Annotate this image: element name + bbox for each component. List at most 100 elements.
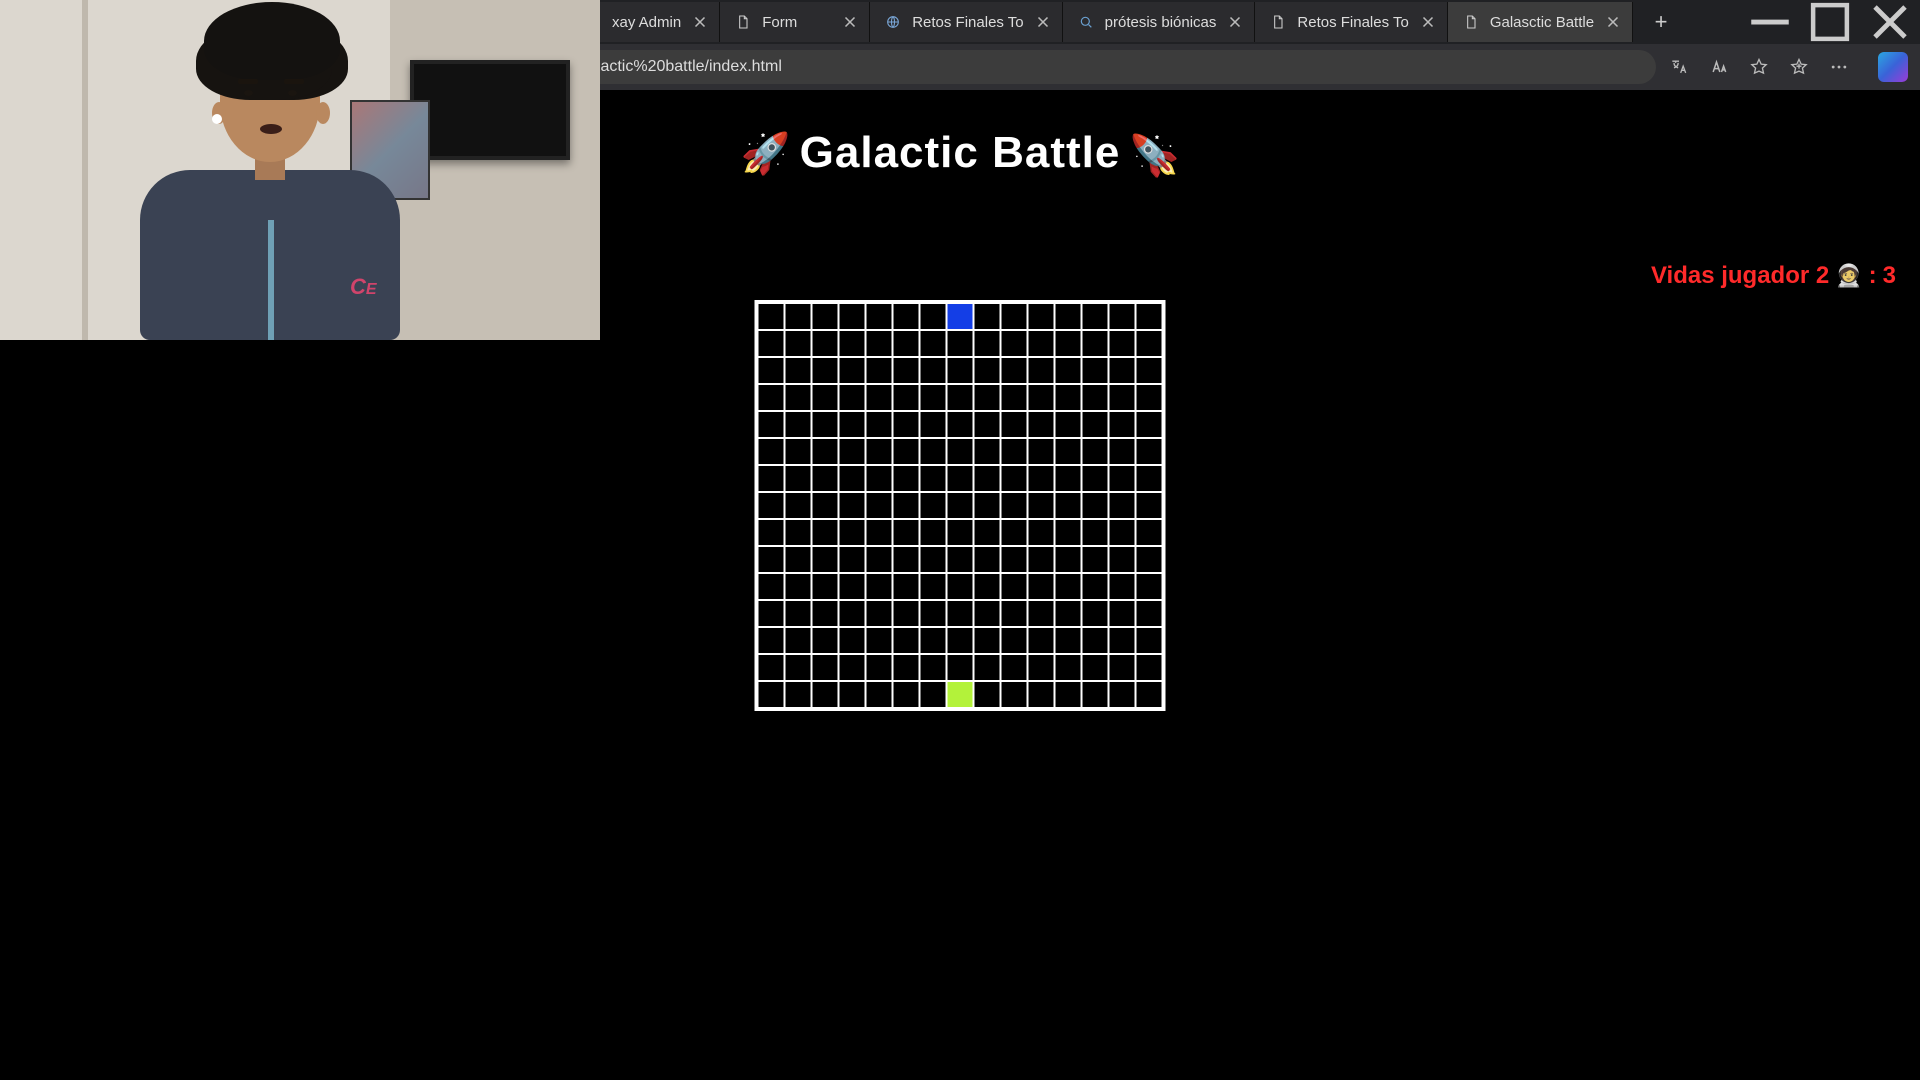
grid-cell[interactable] <box>1028 411 1055 438</box>
grid-cell[interactable] <box>1109 627 1136 654</box>
grid-cell[interactable] <box>785 681 812 708</box>
grid-cell[interactable] <box>920 546 947 573</box>
grid-cell[interactable] <box>974 492 1001 519</box>
grid-cell[interactable] <box>785 492 812 519</box>
grid-cell[interactable] <box>1109 573 1136 600</box>
grid-cell[interactable] <box>1082 600 1109 627</box>
browser-tab[interactable]: prótesis biónicas <box>1063 2 1256 42</box>
tab-close-button[interactable] <box>691 13 709 31</box>
grid-cell[interactable] <box>866 546 893 573</box>
grid-cell[interactable] <box>1028 492 1055 519</box>
grid-cell[interactable] <box>1082 573 1109 600</box>
grid-cell[interactable] <box>758 438 785 465</box>
collections-icon[interactable] <box>1788 56 1810 78</box>
grid-cell[interactable] <box>812 330 839 357</box>
player-green-cell[interactable] <box>947 681 974 708</box>
grid-cell[interactable] <box>1028 438 1055 465</box>
grid-cell[interactable] <box>947 627 974 654</box>
grid-cell[interactable] <box>812 465 839 492</box>
grid-cell[interactable] <box>812 303 839 330</box>
grid-cell[interactable] <box>812 357 839 384</box>
grid-cell[interactable] <box>812 411 839 438</box>
grid-cell[interactable] <box>1028 573 1055 600</box>
address-bar[interactable]: alactic%20battle/index.html <box>570 50 1656 84</box>
grid-cell[interactable] <box>1109 492 1136 519</box>
grid-cell[interactable] <box>947 519 974 546</box>
grid-cell[interactable] <box>1001 654 1028 681</box>
grid-cell[interactable] <box>920 384 947 411</box>
browser-tab[interactable]: Galasctic Battle <box>1448 2 1633 42</box>
grid-cell[interactable] <box>920 357 947 384</box>
grid-cell[interactable] <box>974 465 1001 492</box>
grid-cell[interactable] <box>758 681 785 708</box>
grid-cell[interactable] <box>1001 627 1028 654</box>
grid-cell[interactable] <box>758 384 785 411</box>
grid-cell[interactable] <box>893 492 920 519</box>
grid-cell[interactable] <box>866 384 893 411</box>
grid-cell[interactable] <box>785 330 812 357</box>
grid-cell[interactable] <box>812 681 839 708</box>
grid-cell[interactable] <box>1055 384 1082 411</box>
grid-cell[interactable] <box>1082 519 1109 546</box>
grid-cell[interactable] <box>947 600 974 627</box>
grid-cell[interactable] <box>1082 654 1109 681</box>
grid-cell[interactable] <box>866 627 893 654</box>
grid-cell[interactable] <box>1136 600 1163 627</box>
grid-cell[interactable] <box>1055 546 1082 573</box>
copilot-icon[interactable] <box>1878 52 1908 82</box>
grid-cell[interactable] <box>1001 465 1028 492</box>
grid-cell[interactable] <box>866 492 893 519</box>
grid-cell[interactable] <box>1001 546 1028 573</box>
grid-cell[interactable] <box>1055 438 1082 465</box>
grid-cell[interactable] <box>947 438 974 465</box>
grid-cell[interactable] <box>1028 357 1055 384</box>
grid-cell[interactable] <box>866 465 893 492</box>
grid-cell[interactable] <box>893 654 920 681</box>
grid-cell[interactable] <box>812 654 839 681</box>
grid-cell[interactable] <box>785 303 812 330</box>
grid-cell[interactable] <box>974 384 1001 411</box>
grid-cell[interactable] <box>1109 357 1136 384</box>
grid-cell[interactable] <box>866 411 893 438</box>
grid-cell[interactable] <box>785 519 812 546</box>
grid-cell[interactable] <box>920 519 947 546</box>
grid-cell[interactable] <box>1136 681 1163 708</box>
grid-cell[interactable] <box>839 546 866 573</box>
grid-cell[interactable] <box>839 465 866 492</box>
grid-cell[interactable] <box>1082 330 1109 357</box>
player-blue-cell[interactable] <box>947 303 974 330</box>
grid-cell[interactable] <box>839 384 866 411</box>
grid-cell[interactable] <box>1082 465 1109 492</box>
grid-cell[interactable] <box>1136 303 1163 330</box>
grid-cell[interactable] <box>1136 438 1163 465</box>
grid-cell[interactable] <box>1028 303 1055 330</box>
grid-cell[interactable] <box>812 492 839 519</box>
grid-cell[interactable] <box>1055 654 1082 681</box>
grid-cell[interactable] <box>947 546 974 573</box>
grid-cell[interactable] <box>785 627 812 654</box>
grid-cell[interactable] <box>1109 654 1136 681</box>
grid-cell[interactable] <box>1136 573 1163 600</box>
grid-cell[interactable] <box>785 546 812 573</box>
grid-cell[interactable] <box>1001 438 1028 465</box>
grid-cell[interactable] <box>1109 519 1136 546</box>
grid-cell[interactable] <box>812 627 839 654</box>
grid-cell[interactable] <box>758 411 785 438</box>
grid-cell[interactable] <box>1001 330 1028 357</box>
grid-cell[interactable] <box>1082 627 1109 654</box>
grid-cell[interactable] <box>1055 330 1082 357</box>
grid-cell[interactable] <box>1001 411 1028 438</box>
grid-cell[interactable] <box>1109 465 1136 492</box>
grid-cell[interactable] <box>974 654 1001 681</box>
grid-cell[interactable] <box>1136 384 1163 411</box>
grid-cell[interactable] <box>785 654 812 681</box>
grid-cell[interactable] <box>1055 411 1082 438</box>
grid-cell[interactable] <box>893 546 920 573</box>
grid-cell[interactable] <box>839 600 866 627</box>
grid-cell[interactable] <box>866 357 893 384</box>
grid-cell[interactable] <box>785 465 812 492</box>
grid-cell[interactable] <box>974 681 1001 708</box>
grid-cell[interactable] <box>920 465 947 492</box>
grid-cell[interactable] <box>974 573 1001 600</box>
grid-cell[interactable] <box>1109 681 1136 708</box>
